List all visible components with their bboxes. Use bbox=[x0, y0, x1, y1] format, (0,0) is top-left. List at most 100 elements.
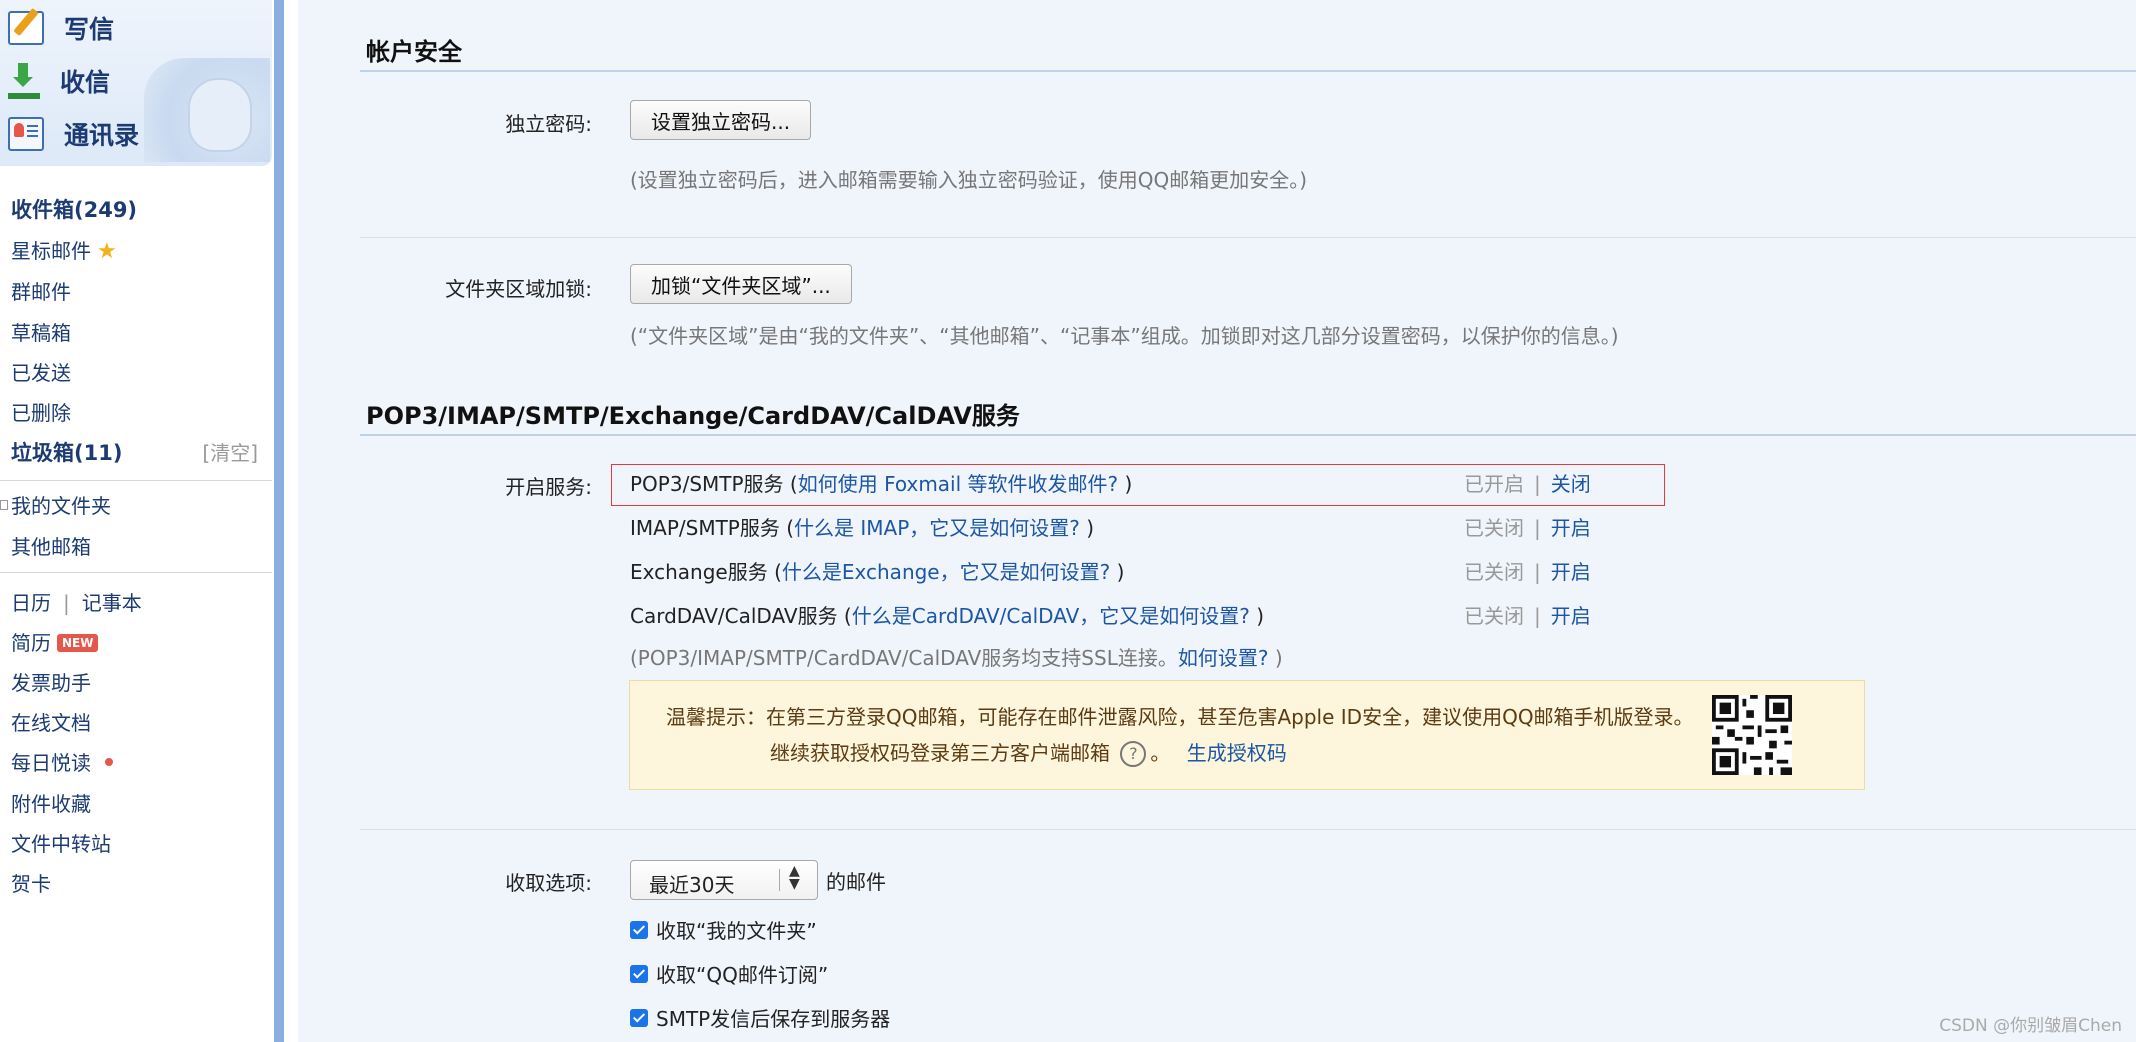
app-cards-link[interactable]: 贺卡 bbox=[11, 868, 51, 897]
app-file-transfer-link[interactable]: 文件中转站 bbox=[11, 828, 111, 857]
compose-label: 写信 bbox=[64, 15, 115, 44]
service-toggle-button[interactable]: 开启 bbox=[1551, 516, 1591, 540]
settings-panel: 帐户安全 独立密码: 设置独立密码... (设置独立密码后，进入邮箱需要输入独立… bbox=[298, 0, 2136, 1042]
folder-sent[interactable]: 已发送 bbox=[11, 357, 71, 386]
section-rule bbox=[360, 434, 2136, 436]
ssl-note: (POP3/IMAP/SMTP/CardDAV/CalDAV服务均支持SSL连接… bbox=[630, 642, 1283, 671]
smtp-save-checkbox[interactable] bbox=[630, 1008, 648, 1027]
service-status-imap: 已关闭 | 开启 bbox=[1464, 512, 1591, 541]
service-help-link[interactable]: 什么是Exchange，它又是如何设置? bbox=[782, 560, 1110, 584]
star-icon: ★ bbox=[97, 239, 117, 264]
folder-drafts[interactable]: 草稿箱 bbox=[11, 317, 71, 346]
row-divider bbox=[360, 829, 2136, 830]
service-name: POP3/SMTP服务 ( bbox=[630, 472, 798, 496]
service-name: CardDAV/CalDAV服务 ( bbox=[630, 604, 852, 628]
receive-range-suffix: 的邮件 bbox=[826, 870, 886, 894]
service-toggle-button[interactable]: 开启 bbox=[1551, 560, 1591, 584]
folder-lock-label: 文件夹区域加锁: bbox=[445, 277, 592, 301]
new-badge: NEW bbox=[57, 634, 99, 652]
service-status-exchange: 已关闭 | 开启 bbox=[1464, 556, 1591, 585]
folder-inbox[interactable]: 收件箱(249) bbox=[11, 194, 137, 224]
folder-group[interactable]: 群邮件 bbox=[11, 276, 71, 305]
folder-my-folders[interactable]: 我的文件夹 bbox=[11, 490, 111, 519]
folder-lock-hint: (“文件夹区域”是由“我的文件夹”、“其他邮箱”、“记事本”组成。加锁即对这几部… bbox=[630, 324, 1619, 348]
penguin-decoration-icon bbox=[188, 78, 252, 152]
checkbox-label: SMTP发信后保存到服务器 bbox=[656, 1007, 891, 1031]
app-calendar-link[interactable]: 日历 bbox=[11, 591, 51, 615]
contacts-button[interactable]: 通讯录 bbox=[8, 114, 139, 154]
status-separator: | bbox=[1534, 560, 1541, 584]
service-help-link[interactable]: 什么是 IMAP，它又是如何设置? bbox=[794, 516, 1080, 540]
checkbox-row-qq-subscription[interactable]: 收取“QQ邮件订阅” bbox=[630, 959, 828, 988]
ssl-close-paren: ) bbox=[1268, 646, 1283, 670]
compose-icon bbox=[8, 11, 44, 45]
quick-actions-panel: 写信 收信 通讯录 bbox=[0, 0, 272, 166]
app-daily-read-label: 每日悦读 bbox=[11, 751, 91, 775]
sidebar-resize-rail[interactable] bbox=[274, 0, 284, 1042]
enable-service-label: 开启服务: bbox=[505, 475, 592, 499]
service-row-imap: IMAP/SMTP服务 (什么是 IMAP，它又是如何设置? ) bbox=[630, 512, 1094, 541]
service-row-exchange: Exchange服务 (什么是Exchange，它又是如何设置? ) bbox=[630, 556, 1124, 585]
folder-deleted[interactable]: 已删除 bbox=[11, 397, 71, 426]
service-toggle-button[interactable]: 开启 bbox=[1551, 604, 1591, 628]
status-separator: | bbox=[1534, 472, 1541, 496]
app-attachments-link[interactable]: 附件收藏 bbox=[11, 788, 91, 817]
help-question-icon[interactable]: ? bbox=[1120, 741, 1147, 767]
qq-subscription-checkbox[interactable] bbox=[630, 964, 648, 983]
section-rule bbox=[360, 70, 2136, 72]
select-arrows-icon: ▲ ▼ bbox=[789, 863, 800, 892]
app-online-docs-link[interactable]: 在线文档 bbox=[11, 707, 91, 736]
status-text: 已关闭 bbox=[1464, 516, 1524, 540]
sidebar: 写信 收信 通讯录 收件箱(249) 星标邮件 ★ 群邮件 草稿箱 已发送 已删除… bbox=[0, 0, 277, 1042]
folder-starred-label: 星标邮件 bbox=[11, 239, 91, 263]
folder-divider bbox=[0, 480, 272, 481]
service-help-link[interactable]: 什么是CardDAV/CalDAV，它又是如何设置? bbox=[852, 604, 1250, 628]
receive-options-label: 收取选项: bbox=[505, 871, 592, 895]
service-close-paren: ) bbox=[1249, 604, 1265, 628]
service-name: IMAP/SMTP服务 ( bbox=[630, 516, 795, 540]
receive-icon bbox=[8, 63, 40, 99]
service-help-link[interactable]: 如何使用 Foxmail 等软件收发邮件? bbox=[798, 472, 1118, 496]
app-invoice-link[interactable]: 发票助手 bbox=[11, 667, 91, 696]
app-resume-link[interactable]: 简历 NEW bbox=[11, 627, 99, 656]
app-resume-label: 简历 bbox=[11, 631, 51, 655]
status-text: 已开启 bbox=[1464, 472, 1524, 496]
expand-icon[interactable] bbox=[0, 500, 8, 510]
my-folders-checkbox[interactable] bbox=[630, 920, 648, 939]
contacts-label: 通讯录 bbox=[64, 121, 140, 150]
folder-spam[interactable]: 垃圾箱(11) bbox=[11, 437, 122, 467]
app-notepad-link[interactable]: 记事本 bbox=[82, 591, 142, 615]
compose-button[interactable]: 写信 bbox=[8, 8, 114, 48]
generate-auth-code-link[interactable]: 生成授权码 bbox=[1187, 741, 1287, 765]
checkbox-row-my-folders[interactable]: 收取“我的文件夹” bbox=[630, 915, 817, 944]
receive-range-select[interactable]: 最近30天 ▲ ▼ bbox=[630, 860, 818, 900]
row-divider bbox=[360, 237, 2136, 238]
service-status-pop3: 已开启 | 关闭 bbox=[1464, 468, 1591, 497]
folder-starred[interactable]: 星标邮件 ★ bbox=[11, 235, 117, 264]
select-divider bbox=[779, 869, 780, 891]
checkbox-label: 收取“我的文件夹” bbox=[656, 919, 817, 943]
service-close-paren: ) bbox=[1110, 560, 1125, 584]
service-close-paren: ) bbox=[1079, 516, 1095, 540]
receive-button[interactable]: 收信 bbox=[8, 61, 110, 101]
tip-text: 温馨提示：在第三方登录QQ邮箱，可能存在邮件泄露风险，甚至危害Apple ID安… bbox=[666, 705, 1694, 729]
service-status-carddav: 已关闭 | 开启 bbox=[1464, 600, 1591, 629]
password-label: 独立密码: bbox=[505, 112, 592, 136]
tip-period: 。 bbox=[1150, 741, 1171, 765]
spam-clear-link[interactable]: [清空] bbox=[202, 437, 258, 466]
ssl-help-link[interactable]: 如何设置? bbox=[1178, 646, 1269, 670]
folder-lock-button[interactable]: 加锁“文件夹区域”... bbox=[630, 264, 852, 304]
service-toggle-button[interactable]: 关闭 bbox=[1551, 472, 1591, 496]
set-password-button[interactable]: 设置独立密码... bbox=[630, 100, 812, 140]
qr-code-icon bbox=[1712, 695, 1792, 775]
watermark: CSDN @你别皱眉Chen bbox=[1939, 1016, 2122, 1036]
service-name: Exchange服务 ( bbox=[630, 560, 782, 584]
service-row-carddav: CardDAV/CalDAV服务 (什么是CardDAV/CalDAV，它又是如… bbox=[630, 600, 1264, 629]
section-title-services: POP3/IMAP/SMTP/Exchange/CardDAV/CalDAV服务 bbox=[366, 402, 1020, 430]
folder-other-mailboxes[interactable]: 其他邮箱 bbox=[11, 531, 91, 560]
contacts-icon bbox=[8, 117, 44, 151]
receive-label: 收信 bbox=[60, 68, 111, 97]
app-daily-read-link[interactable]: 每日悦读 bbox=[11, 747, 113, 776]
checkbox-row-smtp-save[interactable]: SMTP发信后保存到服务器 bbox=[630, 1003, 890, 1032]
status-separator: | bbox=[1534, 516, 1541, 540]
